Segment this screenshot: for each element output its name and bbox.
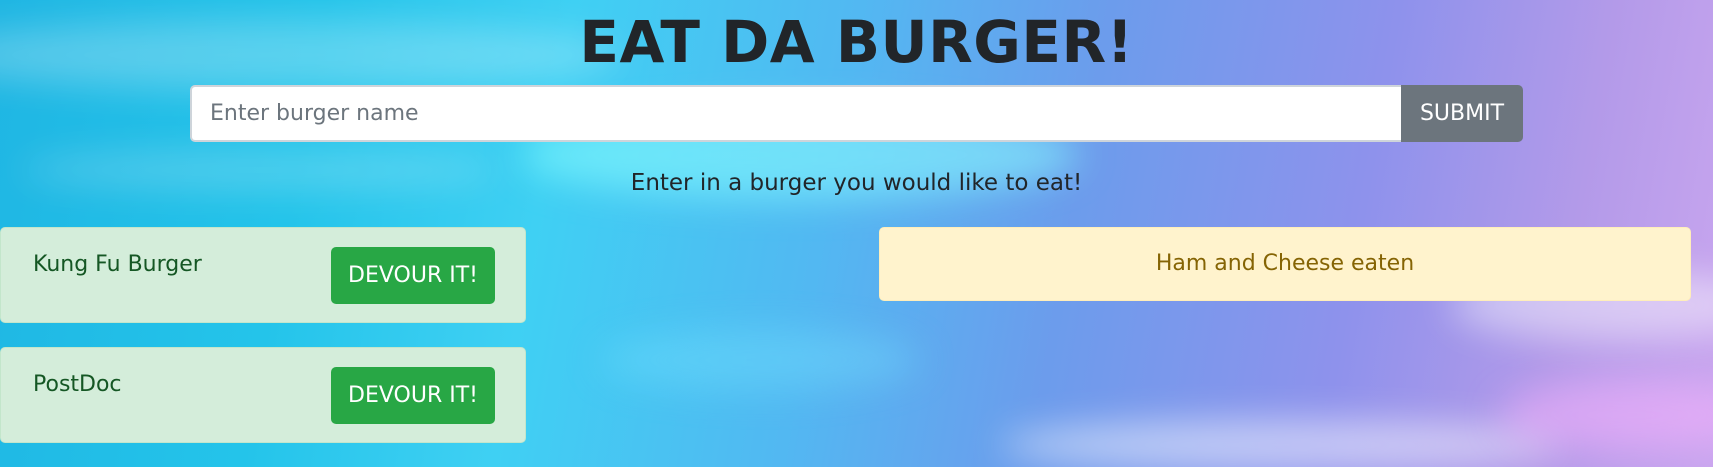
devour-button[interactable]: DEVOUR IT!	[331, 247, 495, 304]
background-streak	[600, 330, 920, 390]
helper-text: Enter in a burger you would like to eat!	[630, 170, 1083, 196]
uneaten-burger-card: PostDoc DEVOUR IT!	[0, 347, 526, 443]
burger-name-input[interactable]	[190, 85, 1401, 142]
burger-name: PostDoc	[33, 372, 122, 397]
eaten-burger-card: Ham and Cheese eaten	[879, 227, 1691, 301]
page-title: EAT DA BURGER!	[579, 8, 1134, 76]
burger-name: Kung Fu Burger	[33, 252, 202, 277]
devour-button[interactable]: DEVOUR IT!	[331, 367, 495, 424]
uneaten-burger-card: Kung Fu Burger DEVOUR IT!	[0, 227, 526, 323]
background-streak	[1000, 420, 1560, 467]
submit-button[interactable]: SUBMIT	[1401, 85, 1523, 142]
burger-form: SUBMIT	[190, 85, 1523, 142]
